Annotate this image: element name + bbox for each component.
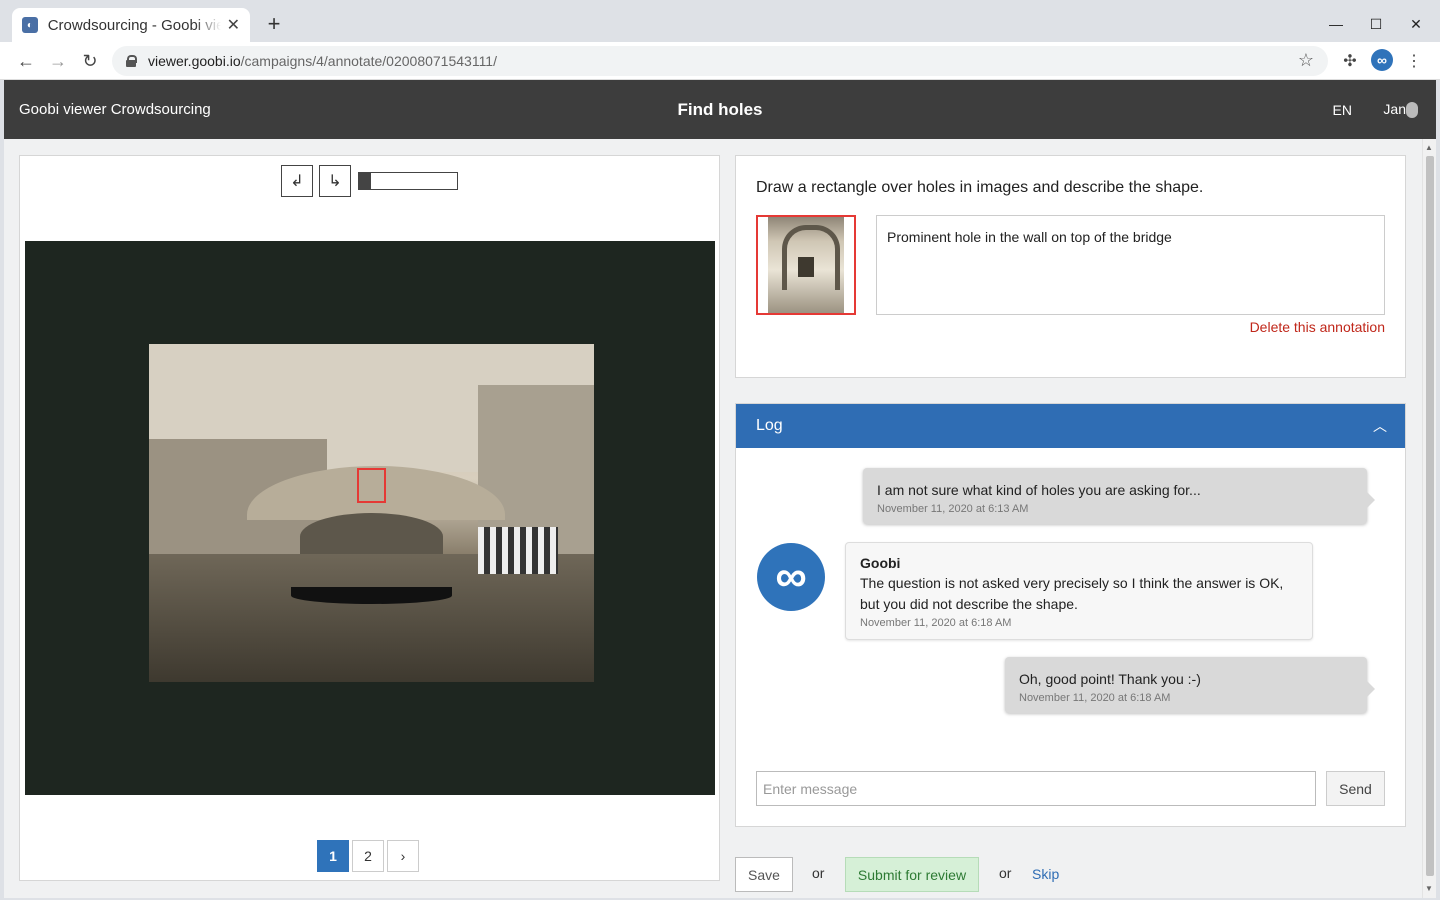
- close-tab-icon[interactable]: ✕: [227, 15, 240, 35]
- next-page-button[interactable]: ›: [387, 840, 419, 872]
- page-content: ↲ ↳ 1 2 › Draw a rectangle over holes in…: [4, 139, 1436, 898]
- scrollbar-thumb[interactable]: [1426, 156, 1434, 876]
- bookmark-star-icon[interactable]: ☆: [1298, 50, 1314, 71]
- log-header[interactable]: Log ︿: [736, 404, 1405, 448]
- message-input[interactable]: [756, 771, 1316, 806]
- skip-link[interactable]: Skip: [1032, 866, 1059, 882]
- rotate-left-icon: ↲: [290, 173, 304, 190]
- page-scrollbar[interactable]: ▲ ▼: [1422, 139, 1436, 898]
- goobi-avatar-icon: ∞: [757, 543, 825, 611]
- or-separator: or: [812, 865, 825, 881]
- rotate-left-button[interactable]: ↲: [281, 165, 313, 197]
- message-time: November 11, 2020 at 6:18 AM: [860, 617, 1012, 629]
- log-message-user: I am not sure what kind of holes you are…: [863, 468, 1375, 524]
- save-button[interactable]: Save: [735, 857, 793, 892]
- delete-annotation-link[interactable]: Delete this annotation: [1250, 319, 1385, 335]
- scroll-down-icon[interactable]: ▼: [1425, 884, 1433, 893]
- browser-tab-bar: ◐ Crowdsourcing - Goobi viewer ✕ + — ☐ ✕: [0, 0, 1440, 42]
- forward-icon[interactable]: →: [46, 49, 70, 73]
- address-bar[interactable]: viewer.goobi.io/campaigns/4/annotate/020…: [112, 46, 1328, 76]
- annotation-crop-image: [768, 217, 844, 313]
- log-message-user: Oh, good point! Thank you :-) November 1…: [1005, 657, 1375, 713]
- lock-icon: [126, 55, 137, 67]
- zoom-slider-handle[interactable]: [359, 172, 371, 190]
- log-message-goobi: Goobi The question is not asked very pre…: [845, 542, 1313, 640]
- message-text: Oh, good point! Thank you :-): [1019, 671, 1201, 687]
- or-separator: or: [999, 865, 1012, 881]
- user-menu[interactable]: Jan: [1383, 101, 1406, 117]
- message-text: I am not sure what kind of holes you are…: [877, 482, 1201, 498]
- zoom-slider[interactable]: [358, 172, 458, 190]
- rialto-bridge-photo: [149, 344, 594, 682]
- new-tab-icon[interactable]: +: [262, 11, 286, 36]
- page-button-2[interactable]: 2: [352, 840, 384, 872]
- annotation-thumbnail[interactable]: [756, 215, 856, 315]
- chevron-up-icon[interactable]: ︿: [1373, 416, 1387, 436]
- tab-title: Crowdsourcing - Goobi viewer: [47, 16, 221, 34]
- annotation-answer-field[interactable]: Prominent hole in the wall on top of the…: [876, 215, 1385, 315]
- rotate-right-button[interactable]: ↳: [319, 165, 351, 197]
- question-text: Draw a rectangle over holes in images an…: [756, 179, 1204, 196]
- log-panel: Log ︿ I am not sure what kind of holes y…: [735, 403, 1406, 827]
- log-title: Log: [756, 417, 783, 434]
- pagination: 1 2 ›: [317, 840, 419, 872]
- image-canvas[interactable]: [25, 241, 715, 795]
- message-author: Goobi: [860, 555, 901, 571]
- message-time: November 11, 2020 at 6:13 AM: [877, 503, 1029, 515]
- maximize-icon[interactable]: ☐: [1364, 12, 1388, 36]
- message-text: The question is not asked very precisely…: [860, 575, 1284, 612]
- browser-toolbar: ← → ↻ viewer.goobi.io/campaigns/4/annota…: [0, 42, 1440, 80]
- browser-menu-icon[interactable]: ⋮: [1402, 49, 1426, 73]
- scroll-up-icon[interactable]: ▲: [1425, 143, 1433, 152]
- page-button-1[interactable]: 1: [317, 840, 349, 872]
- extensions-puzzle-icon[interactable]: ✣: [1338, 49, 1362, 73]
- image-viewer-panel: ↲ ↳ 1 2 ›: [19, 155, 720, 881]
- browser-tab[interactable]: ◐ Crowdsourcing - Goobi viewer ✕: [12, 8, 250, 42]
- reload-icon[interactable]: ↻: [78, 49, 102, 73]
- app-header: Goobi viewer Crowdsourcing Find holes EN…: [4, 80, 1436, 139]
- minimize-icon[interactable]: —: [1324, 12, 1348, 36]
- close-window-icon[interactable]: ✕: [1404, 12, 1428, 36]
- back-icon[interactable]: ←: [14, 49, 38, 73]
- submit-for-review-button[interactable]: Submit for review: [845, 857, 979, 892]
- user-avatar-icon[interactable]: [1406, 102, 1418, 118]
- rotate-right-icon: ↳: [328, 173, 342, 190]
- annotation-rectangle[interactable]: [357, 468, 386, 503]
- message-time: November 11, 2020 at 6:18 AM: [1019, 692, 1171, 704]
- url-text: viewer.goobi.io/campaigns/4/annotate/020…: [148, 53, 497, 69]
- send-button[interactable]: Send: [1326, 771, 1385, 806]
- language-switcher[interactable]: EN: [1333, 102, 1352, 118]
- question-panel: Draw a rectangle over holes in images an…: [735, 155, 1406, 378]
- goobi-extension-icon[interactable]: ∞: [1371, 49, 1393, 71]
- page-title: Find holes: [677, 100, 763, 119]
- goobi-favicon-icon: ◐: [22, 17, 38, 33]
